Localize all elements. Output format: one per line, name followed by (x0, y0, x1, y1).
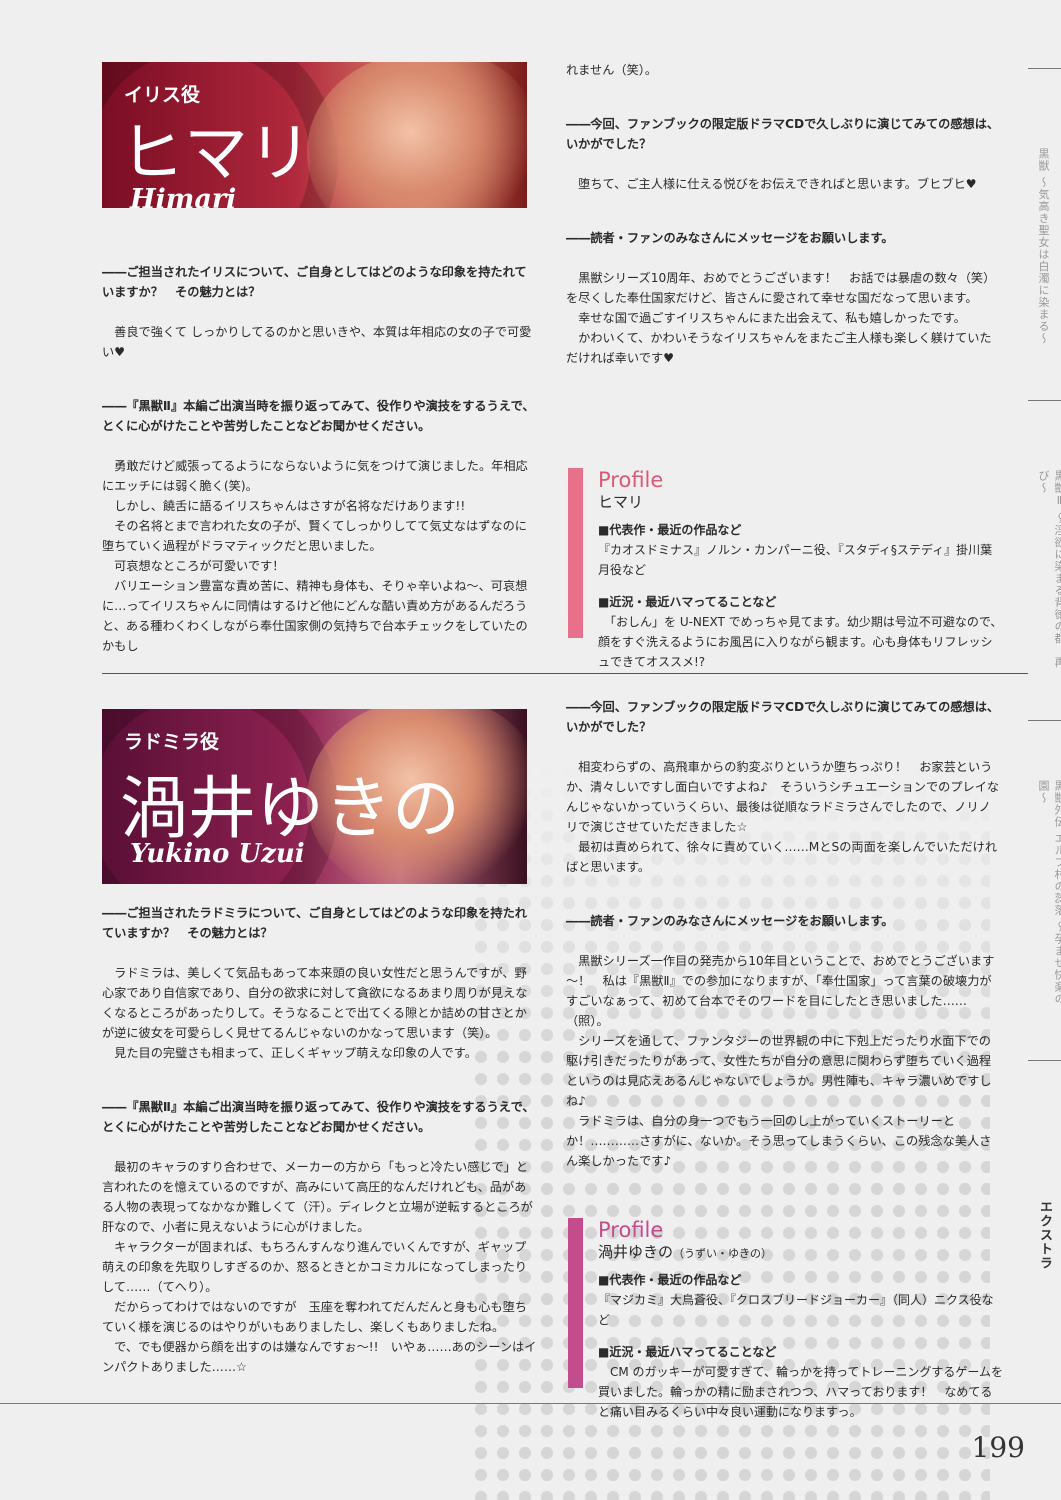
himari-profile: Profile ヒマリ ■代表作・最近の作品など 『カオスドミナス』ノルン・カン… (568, 468, 1018, 669)
profile-body: ■代表作・最近の作品など 『カオスドミナス』ノルン・カンパーニ役、『スタディ§ス… (598, 520, 1003, 672)
profile-works-heading: ■代表作・最近の作品など (598, 1273, 742, 1287)
answer: 最初は責められて、徐々に責めていく……MとSの両面を楽しんでいただければと思いま… (566, 840, 998, 874)
side-divider (1028, 1060, 1061, 1061)
yukino-profile: Profile 渦井ゆきの（うずい・ゆきの） ■代表作・最近の作品など 『マジカ… (568, 1218, 1018, 1419)
side-divider (1028, 400, 1061, 401)
question: ――読者・ファンのみなさんにメッセージをお願いします。 (566, 231, 894, 245)
profile-title: Profile (598, 1218, 664, 1242)
answer: 勇敢だけど威張ってるようにならないように気をつけて演じました。年相応にエッチには… (102, 459, 528, 493)
section-divider (102, 673, 1028, 674)
footer-rule (0, 1403, 1061, 1404)
question: ――『黒獣Ⅱ』本編ご出演当時を振り返ってみて、役作りや演技をするうえで、とくに心… (102, 399, 535, 433)
answer: 可哀想なところが可愛いです！ (102, 559, 285, 573)
side-title-3: 黒獣外伝 エルフ村の蕊落 〜孕ませ快楽の園〜 (1037, 780, 1061, 1005)
profile-recent-heading: ■近況・最近ハマってることなど (598, 1345, 777, 1359)
character-illustration (307, 62, 527, 208)
cast-name-roman: Yukino Uzui (130, 839, 305, 869)
answer: しかし、饒舌に語るイリスちゃんはさすが名将なだけあります!! (102, 499, 466, 513)
side-title-2: 黒獣Ⅱ 〜淫欲に染まる背徳の都、再び〜 (1037, 470, 1061, 669)
profile-body: ■代表作・最近の作品など 『マジカミ』大鳥蒼役、『クロスブリードジョーカー』（同… (598, 1270, 1003, 1422)
question: ――今回、ファンブックの限定版ドラマCDで久しぶりに演じてみての感想は、いかがで… (566, 117, 1000, 151)
side-index: 黒獣 〜気高き聖女は白濁に染まる〜 黒獣Ⅱ 〜淫欲に染まる背徳の都、再び〜 黒獣… (1028, 0, 1061, 1500)
profile-name: ヒマリ (598, 493, 644, 511)
answer: だからってわけではないのですが 玉座を奪われてだんだんと身も心も堕ちていく様を演… (102, 1300, 527, 1334)
question: ――ご担当されたラドミラについて、ご自身としてはどのような印象を持たれていますか… (102, 906, 527, 940)
himari-banner: イリス役 ヒマリ Himari (102, 62, 527, 208)
profile-recent: 「おしん」を U-NEXT でめっちゃ見てます。幼少期は号泣不可避なので、顔をす… (598, 615, 1003, 669)
profile-recent: CM のガッキーが可愛すぎて、輪っかを持ってトレーニングするゲームを買いました。… (598, 1365, 1003, 1419)
question: ――読者・ファンのみなさんにメッセージをお願いします。 (566, 914, 894, 928)
yukino-banner: ラドミラ役 渦井ゆきの Yukino Uzui (102, 709, 527, 884)
cast-name-roman: Himari (130, 184, 237, 208)
answer: 黒獣シリーズ一作目の発売から10年目ということで、おめでとうございます～！ 私は… (566, 954, 995, 1028)
answer: 幸せな国で過ごすイリスちゃんにまた出会えて、私も嬉しかったです。 (566, 311, 966, 325)
answer: 黒獣シリーズ10周年、おめでとうございます！ お話では暴虐の数々（笑）を尽くした… (566, 271, 996, 305)
profile-works: 『マジカミ』大鳥蒼役、『クロスブリードジョーカー』（同人）ニクス役など (598, 1293, 994, 1327)
profile-recent-heading: ■近況・最近ハマってることなど (598, 595, 777, 609)
profile-title: Profile (598, 468, 664, 492)
answer: ラドミラは、美しくて気品もあって本来頭の良い女性だと思うんですが、野心家であり自… (102, 966, 528, 1040)
answer: かわいくて、かわいそうなイリスちゃんをまたご主人様も楽しく躾けていただければ幸い… (566, 331, 992, 365)
answer: シリーズを通して、ファンタジーの世界観の中に下剋上だったり水面下での駆け引きだっ… (566, 1034, 992, 1108)
side-title-4: エクストラ (1037, 1200, 1052, 1270)
profile-name-text: 渦井ゆきの (598, 1243, 674, 1261)
cast-name: 渦井ゆきの (120, 770, 461, 849)
side-divider (1028, 68, 1061, 69)
answer: 堕ちて、ご主人様に仕える悦びをお伝えできればと思います。ブヒブヒ♥ (566, 177, 977, 191)
answer: バリエーション豊富な責め苦に、精神も身体も、そりゃ辛いよね～、可哀想に…ってイリ… (102, 579, 528, 653)
profile-accent-bar (568, 1218, 583, 1388)
question: ――今回、ファンブックの限定版ドラマCDで久しぶりに演じてみての感想は、いかがで… (566, 700, 1000, 734)
answer: れません（笑）。 (566, 63, 658, 77)
profile-name: 渦井ゆきの（うずい・ゆきの） (598, 1241, 772, 1262)
answer: 相変わらずの、高飛車からの豹変ぶりというか堕ちっぷり！ お家芸というか、清々しい… (566, 760, 1000, 834)
himari-interview-right: れません（笑）。 ――今回、ファンブックの限定版ドラマCDで久しぶりに演じてみて… (566, 60, 1002, 368)
answer: その名将とまで言われた女の子が、賢くてしっかりしてて気丈なはずなのに堕ちていく過… (102, 519, 527, 553)
cast-name: ヒマリ (120, 117, 312, 191)
yukino-interview-left: ――ご担当されたラドミラについて、ご自身としてはどのような印象を持たれていますか… (102, 903, 538, 1377)
question: ――『黒獣Ⅱ』本編ご出演当時を振り返ってみて、役作りや演技をするうえで、とくに心… (102, 1100, 535, 1134)
role-label: ラドミラ役 (124, 731, 220, 753)
profile-name-kana: （うずい・ゆきの） (673, 1247, 773, 1260)
answer: ラドミラは、自分の身一つでもう一回のし上がっていくストーリーとか！…………さすが… (566, 1114, 992, 1168)
profile-works-heading: ■代表作・最近の作品など (598, 523, 742, 537)
side-title-1: 黒獣 〜気高き聖女は白濁に染まる〜 (1037, 148, 1050, 345)
profile-works: 『カオスドミナス』ノルン・カンパーニ役、『スタディ§ステディ』掛川葉月役など (598, 543, 993, 577)
answer: 見た目の完璧さも相まって、正しくギャップ萌えな印象の人です。 (102, 1046, 477, 1060)
side-divider (1028, 720, 1061, 721)
question: ――ご担当されたイリスについて、ご自身としてはどのような印象を持たれていますか？… (102, 265, 527, 299)
answer: 善良で強くて しっかりしてるのかと思いきや、本質は年相応の女の子で可愛い♥ (102, 325, 532, 359)
profile-accent-bar (568, 468, 583, 638)
answer: 最初のキャラのすり合わせで、メーカーの方から「もっと冷たい感じで」と言われたのを… (102, 1160, 533, 1234)
page-number: 199 (971, 1431, 1025, 1464)
answer: で、でも便器から顔を出すのは嫌なんですぉ～!! いやぁ……あのシーンはインパクト… (102, 1340, 537, 1374)
answer: キャラクターが固まれば、もちろんすんなり進んでいくんですが、ギャップ萌えの印象を… (102, 1240, 527, 1294)
himari-interview-left: ――ご担当されたイリスについて、ご自身としてはどのような印象を持たれていますか？… (102, 262, 538, 656)
yukino-interview-right: ――今回、ファンブックの限定版ドラマCDで久しぶりに演じてみての感想は、いかがで… (566, 697, 1002, 1171)
